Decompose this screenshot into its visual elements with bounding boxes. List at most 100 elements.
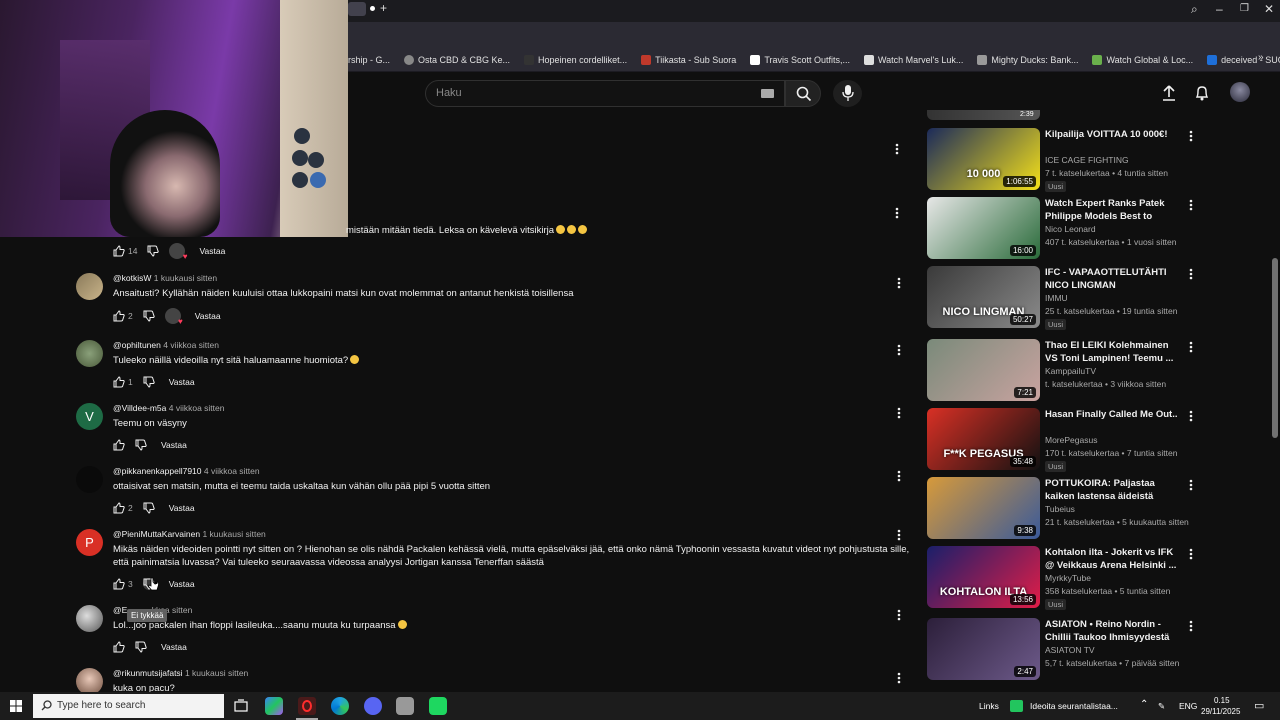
video-thumbnail[interactable]: 2:47: [927, 618, 1040, 680]
comment-author[interactable]: @E: [113, 605, 127, 615]
dislike-icon[interactable]: [143, 502, 155, 514]
video-title[interactable]: ASIATON • Reino Nordin - Chillii Taukoo …: [1045, 618, 1181, 644]
more-options-icon[interactable]: [897, 277, 901, 289]
related-video-item[interactable]: F**K PEGASUS 35:48 Hasan Finally Called Me…: [927, 408, 1197, 472]
comment-time[interactable]: 4 viikkoa sitten: [204, 466, 260, 476]
minimize-icon[interactable]: –: [1216, 2, 1223, 16]
more-options-icon[interactable]: [897, 407, 901, 419]
close-window-icon[interactable]: ✕: [1264, 2, 1274, 16]
user-avatar[interactable]: [76, 466, 103, 493]
video-title[interactable]: Kilpailija VOITTAA 10 000€!: [1045, 128, 1181, 141]
notification-center-icon[interactable]: ▭: [1254, 699, 1264, 712]
restore-icon[interactable]: ❐: [1240, 3, 1249, 14]
comment-author[interactable]: @PieniMuttaKarvainen: [113, 529, 200, 539]
more-options-icon[interactable]: [897, 344, 901, 356]
user-avatar[interactable]: [76, 605, 103, 632]
user-avatar[interactable]: V: [76, 403, 103, 430]
scrollbar-thumb[interactable]: [1272, 258, 1278, 438]
account-avatar[interactable]: [1230, 82, 1250, 102]
video-thumbnail[interactable]: NICO LINGMAN 50:27: [927, 266, 1040, 328]
video-thumbnail[interactable]: F**K PEGASUS 35:48: [927, 408, 1040, 470]
more-options-icon[interactable]: [895, 143, 899, 155]
bookmarks-overflow-icon[interactable]: »: [1258, 52, 1264, 63]
video-thumbnail[interactable]: 9:38: [927, 477, 1040, 539]
more-options-icon[interactable]: [1189, 341, 1193, 353]
opera-browser-icon[interactable]: [298, 697, 316, 715]
video-channel[interactable]: ASIATON TV: [1045, 645, 1095, 655]
video-title[interactable]: IFC - VAPAAOTTELUTÄHTI NICO LINGMAN: [1045, 266, 1181, 292]
video-channel[interactable]: KamppailuTV: [1045, 366, 1096, 376]
more-options-icon[interactable]: [1189, 548, 1193, 560]
windows-start-icon[interactable]: [10, 700, 22, 712]
user-avatar[interactable]: [76, 273, 103, 300]
bookmark-item[interactable]: Tiikasta - Sub Suora: [641, 54, 736, 65]
browser-tab[interactable]: [348, 2, 366, 16]
reply-button[interactable]: Vastaa: [195, 311, 221, 321]
video-channel[interactable]: ICE CAGE FIGHTING: [1045, 155, 1129, 165]
stock-ticker-notification[interactable]: Ideoita seurantalistaa...: [1030, 701, 1118, 711]
like-icon[interactable]: [113, 245, 125, 257]
dislike-icon[interactable]: [143, 310, 155, 322]
more-options-icon[interactable]: [897, 672, 901, 684]
taskbar-search-box[interactable]: Type here to search: [33, 694, 224, 718]
comment-author[interactable]: @pikkanenkappell7910: [113, 466, 202, 476]
related-video-item[interactable]: 10 000 1:06:55 Kilpailija VOITTAA 10 000€!…: [927, 128, 1197, 192]
reply-button[interactable]: Vastaa: [169, 503, 195, 513]
dislike-icon[interactable]: [135, 641, 147, 653]
video-channel[interactable]: Nico Leonard: [1045, 224, 1096, 234]
dislike-icon[interactable]: [147, 245, 160, 257]
language-indicator[interactable]: ENG: [1179, 701, 1197, 711]
user-avatar[interactable]: [76, 340, 103, 367]
copilot-icon[interactable]: [265, 697, 283, 715]
comment-time[interactable]: 1 kuukausi sitten: [185, 668, 248, 678]
more-options-icon[interactable]: [1189, 410, 1193, 422]
task-view-icon[interactable]: [232, 697, 250, 715]
dislike-icon[interactable]: [143, 376, 155, 388]
app-icon[interactable]: [396, 697, 414, 715]
reply-button[interactable]: Vastaa: [161, 440, 187, 450]
more-options-icon[interactable]: [1189, 620, 1193, 632]
reply-button[interactable]: Vastaa: [169, 377, 195, 387]
related-video-item[interactable]: 7:21 Thao EI LEIKI Kolehmainen VS Toni La…: [927, 339, 1197, 401]
chat-app-icon[interactable]: [429, 697, 447, 715]
like-icon[interactable]: [113, 376, 125, 388]
video-channel[interactable]: IMMU: [1045, 293, 1068, 303]
comment-author[interactable]: @Villdee-m5a: [113, 403, 166, 413]
video-thumbnail[interactable]: 10 000 1:06:55: [927, 128, 1040, 190]
bookmark-item[interactable]: rship - G...: [348, 55, 390, 65]
comment-time[interactable]: 4 viikkoa sitten: [163, 340, 219, 350]
page-scrollbar[interactable]: [1270, 72, 1280, 692]
upload-icon[interactable]: [1162, 85, 1176, 101]
video-title[interactable]: Thao EI LEIKI Kolehmainen VS Toni Lampin…: [1045, 339, 1181, 365]
like-icon[interactable]: [113, 502, 125, 514]
pen-icon[interactable]: ✎: [1158, 701, 1165, 712]
bookmark-item[interactable]: Watch Global & Loc...: [1092, 54, 1193, 65]
related-video-item[interactable]: 2:47 ASIATON • Reino Nordin - Chillii Tau…: [927, 618, 1197, 680]
video-title[interactable]: Kohtalon ilta - Jokerit vs IFK @ Veikkau…: [1045, 546, 1181, 572]
new-tab-icon[interactable]: +: [380, 1, 387, 15]
video-title[interactable]: Watch Expert Ranks Patek Philippe Models…: [1045, 197, 1181, 223]
dislike-icon[interactable]: [135, 439, 147, 451]
user-avatar[interactable]: P: [76, 529, 103, 556]
video-channel[interactable]: MorePegasus: [1045, 435, 1097, 445]
links-toolbar[interactable]: Links: [979, 701, 999, 711]
comment-time[interactable]: 4 viikkoa sitten: [169, 403, 225, 413]
user-avatar[interactable]: [76, 668, 103, 695]
more-options-icon[interactable]: [895, 207, 899, 219]
bookmark-item[interactable]: Watch Marvel's Luk...: [864, 54, 963, 65]
more-options-icon[interactable]: [1189, 479, 1193, 491]
more-options-icon[interactable]: [897, 529, 901, 541]
related-video-item[interactable]: KOHTALON ILTA 13:56 Kohtalon ilta - Jokeri…: [927, 546, 1197, 610]
comment-time[interactable]: 1 kuukausi sitten: [202, 529, 265, 539]
reply-button[interactable]: Vastaa: [199, 246, 225, 256]
tray-overflow-icon[interactable]: ⌃: [1140, 699, 1148, 710]
video-title[interactable]: POTTUKOIRA: Paljastaa kaiken lastensa äi…: [1045, 477, 1181, 503]
bookmark-item[interactable]: Hopeinen cordelliket...: [524, 54, 627, 65]
edge-browser-icon[interactable]: [331, 697, 349, 715]
comment-author[interactable]: @ophiltunen: [113, 340, 161, 350]
video-channel[interactable]: Tubeius: [1045, 504, 1075, 514]
notifications-bell-icon[interactable]: [1195, 85, 1209, 101]
reply-button[interactable]: Vastaa: [169, 579, 195, 589]
clock-date[interactable]: 29/11/2025: [1201, 707, 1240, 716]
bookmark-item[interactable]: deceived - SUORAT...: [1207, 54, 1280, 65]
